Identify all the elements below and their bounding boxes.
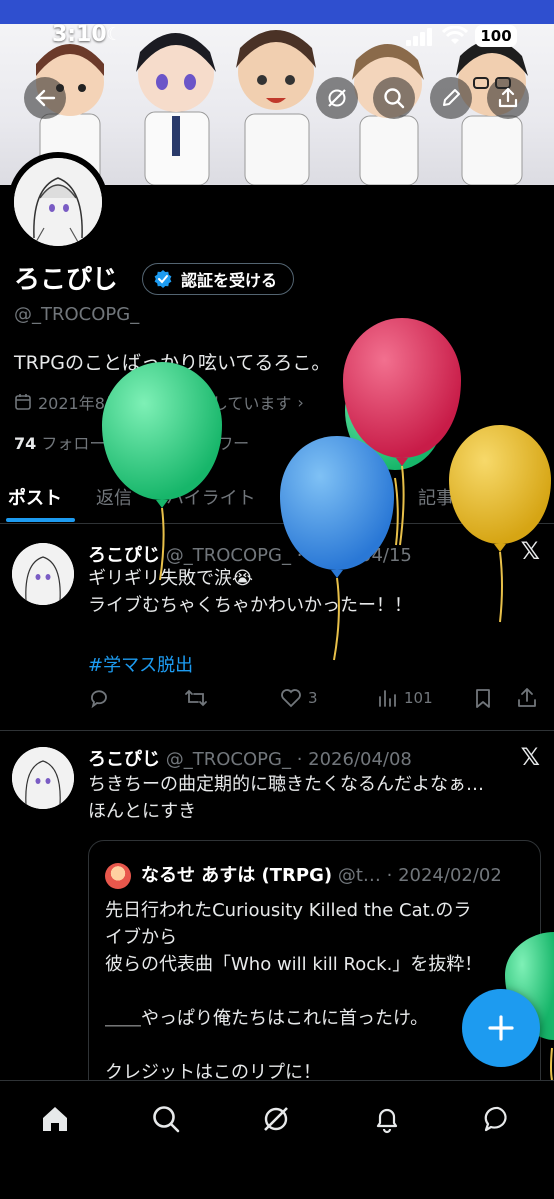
nav-grok[interactable] [256,1099,296,1139]
following-count: 74 [14,434,37,453]
tab-likes[interactable]: いいね [484,484,538,510]
profile-name: ろこぴじ [14,265,119,295]
like-button[interactable]: 3 [280,687,318,709]
nav-search[interactable] [146,1099,186,1139]
following-link[interactable]: 74 フォロー中 [14,434,121,453]
post-meta: ろこぴじ @_TROCOPG_ · 2026/04/15 [88,541,412,567]
chevron-right-icon: › [297,392,304,412]
nav-messages[interactable] [478,1099,518,1139]
chat-bubble-icon [484,1106,507,1132]
join-date: 2021年8月からXを利用しています › [14,390,304,414]
tab-replies[interactable]: 返信 [96,484,132,510]
post-hashtag[interactable]: #学マス脱出 [88,651,193,677]
tab-videos[interactable]: 動画 [286,484,322,510]
bell-icon [376,1108,398,1134]
compose-post-button[interactable] [462,989,540,1067]
share-icon [498,87,518,108]
grok-icon [264,1107,288,1131]
quoted-post-text: 先日行われたCuriousity Killed the Cat.のラ イブから … [105,900,483,1083]
followers-label: フォロワー [169,434,250,453]
search-icon [153,1106,180,1133]
get-verified-button[interactable]: 認証を受ける [142,263,295,295]
post-avatar[interactable] [12,747,74,809]
followers-link[interactable]: 68 フォロワー [142,434,249,453]
status-bar: 3:10 ☾ 100 [0,20,554,54]
heart-icon [281,689,301,708]
share-post-button[interactable] [516,687,538,709]
calendar-icon [15,394,31,410]
quoted-post-date: · 2024/02/02 [386,865,502,886]
moon-icon: ☾ [106,24,123,45]
follow-stats: 74 フォロー中 68 フォロワー [14,430,249,454]
back-arrow-icon [35,89,56,107]
avatar-illustration [12,543,74,605]
bookmark-button[interactable] [472,687,494,709]
post-actions: 3 101 [88,687,540,715]
reply-icon [91,690,107,709]
repost-icon [185,689,207,707]
profile-tabs: ポスト 返信 ハイライト 動画 画像 記事 いいね [0,470,554,524]
post-meta: ろこぴじ @_TROCOPG_ · 2026/04/08 [88,745,412,771]
status-time: 3:10 [52,22,107,47]
followers-count: 68 [141,434,164,453]
post-avatar[interactable] [12,543,74,605]
search-button[interactable] [373,77,415,119]
bottom-navigation [0,1080,554,1199]
post-text: ちきちーの曲定期的に聴きたくなるんだよなぁ… ほんとにすき [88,774,484,822]
verified-badge-icon [154,270,172,288]
reply-button[interactable] [88,687,110,709]
edit-pencil-icon [443,89,460,106]
grok-button[interactable] [316,77,358,119]
view-count: 101 [404,689,433,707]
x-logo-icon: 𝕏 [520,537,540,565]
post-item[interactable]: ろこぴじ @_TROCOPG_ · 2026/04/15 𝕏 ギリギリ失敗で涙😭… [0,525,554,731]
repost-button[interactable] [184,687,208,709]
search-icon [384,88,405,109]
tab-media[interactable]: 画像 [352,484,388,510]
quoted-author-avatar [105,863,131,889]
avatar-illustration [14,158,102,246]
cellular-signal-icon [406,28,432,46]
quoted-author-name: なるせ あすは (TRPG) [141,865,333,886]
like-count: 3 [308,689,318,707]
wifi-icon [442,26,468,44]
grok-icon [328,89,346,107]
quoted-post[interactable]: なるせ あすは (TRPG) @t… · 2024/02/02 先日行われたCu… [88,840,541,1100]
plus-icon [488,1015,514,1041]
avatar-illustration [12,747,74,809]
nav-home[interactable] [35,1099,75,1139]
post-date: · 2026/04/08 [296,749,412,770]
tab-posts[interactable]: ポスト [8,484,62,510]
x-logo-icon: 𝕏 [520,743,540,771]
following-label: フォロー中 [41,434,122,453]
get-verified-label: 認証を受ける [181,271,278,290]
post-text: ギリギリ失敗で涙😭 ライブむちゃくちゃかわいかったー！！ [88,568,412,616]
views-chart-icon [379,690,396,707]
post-date: · 2026/04/15 [296,545,412,566]
post-author-name[interactable]: ろこぴじ [88,545,160,566]
bookmark-icon [476,689,490,708]
battery-indicator: 100 [475,25,517,47]
quoted-author-handle: @t… [337,865,381,886]
share-button[interactable] [487,77,529,119]
join-date-text: 2021年8月からXを利用しています [38,394,292,413]
views-button[interactable]: 101 [376,687,433,709]
nav-notifications[interactable] [367,1099,407,1139]
post-author-handle: @_TROCOPG_ [165,545,291,566]
profile-handle: @_TROCOPG_ [14,304,140,325]
share-icon [518,688,536,707]
tab-articles[interactable]: 記事 [418,484,454,510]
edit-profile-button[interactable] [430,77,472,119]
post-author-handle: @_TROCOPG_ [165,749,291,770]
active-tab-indicator [6,518,75,522]
post-author-name[interactable]: ろこぴじ [88,749,160,770]
back-button[interactable] [24,77,66,119]
profile-bio: TRPGのことばっかり呟いてるろこ。 [14,352,331,374]
profile-avatar[interactable] [8,152,108,252]
quoted-post-meta: なるせ あすは (TRPG) @t… · 2024/02/02 [141,861,502,887]
home-icon [43,1107,67,1131]
tab-highlights[interactable]: ハイライト [166,484,256,510]
